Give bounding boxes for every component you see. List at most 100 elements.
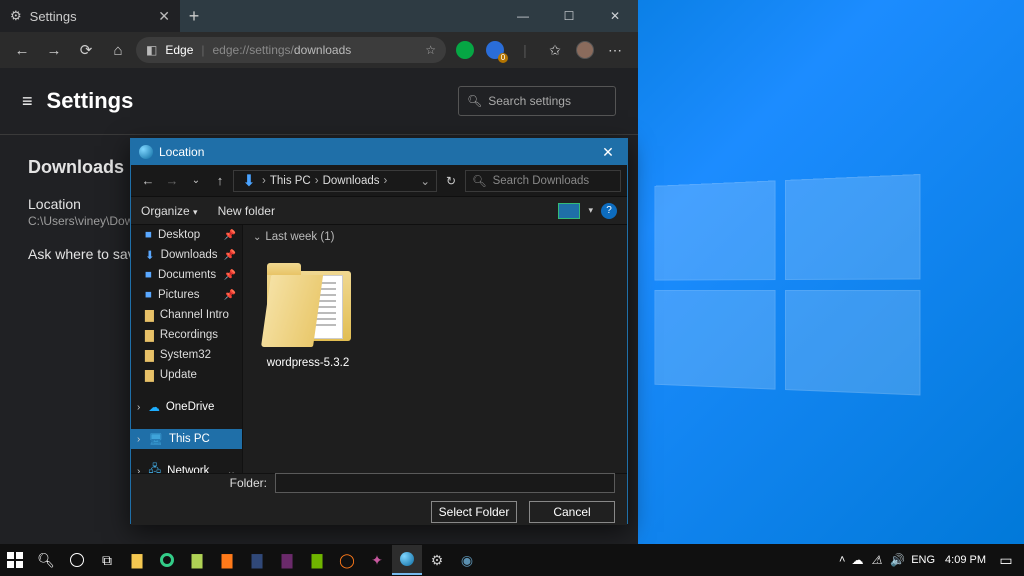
sidebar-item-recordings[interactable]: ▇Recordings bbox=[131, 325, 242, 345]
taskbar-app-premiere[interactable]: ▇ bbox=[272, 544, 302, 576]
onedrive-tray-icon[interactable]: ☁ bbox=[851, 553, 863, 567]
nav-back-button[interactable]: ← bbox=[137, 173, 159, 188]
dialog-sidebar: ■Desktop📌 ⬇Downloads📌 ■Documents📌 ■Pictu… bbox=[131, 225, 243, 473]
close-window-button[interactable]: ✕ bbox=[592, 0, 638, 32]
home-button[interactable]: ⌂ bbox=[104, 42, 132, 59]
more-icon[interactable]: ⋯ bbox=[606, 41, 624, 59]
favorites-icon[interactable]: ✩ bbox=[546, 41, 564, 59]
minimize-button[interactable]: — bbox=[500, 0, 546, 32]
taskbar-app-orange[interactable]: ▇ bbox=[212, 544, 242, 576]
view-mode-button[interactable] bbox=[558, 203, 580, 219]
grammarly-icon[interactable] bbox=[456, 41, 474, 59]
sidebar-item-desktop[interactable]: ■Desktop📌 bbox=[131, 225, 242, 245]
new-folder-button[interactable]: New folder bbox=[218, 204, 275, 218]
sidebar-item-downloads[interactable]: ⬇Downloads📌 bbox=[131, 245, 242, 265]
crumb-this-pc[interactable]: This PC bbox=[270, 175, 311, 187]
sidebar-item-pictures[interactable]: ■Pictures📌 bbox=[131, 285, 242, 305]
taskbar-app-camtasia[interactable]: ▇ bbox=[302, 544, 332, 576]
sidebar-item-system32[interactable]: ▇System32 bbox=[131, 345, 242, 365]
menu-icon[interactable]: ≡ bbox=[22, 91, 33, 112]
start-button[interactable] bbox=[0, 544, 30, 576]
favorite-star-icon[interactable]: ☆ bbox=[425, 43, 436, 57]
organize-menu[interactable]: Organize ▾ bbox=[141, 204, 198, 218]
taskbar-app-paint[interactable]: ◉ bbox=[452, 544, 482, 576]
tab-title: Settings bbox=[30, 9, 77, 24]
sidebar-item-update[interactable]: ▇Update bbox=[131, 365, 242, 385]
nav-refresh-button[interactable]: ↻ bbox=[439, 174, 463, 188]
wifi-tray-icon[interactable]: ⚠ bbox=[871, 553, 882, 567]
refresh-button[interactable]: ⟳ bbox=[72, 41, 100, 59]
site-identity-icon: ◧ bbox=[146, 43, 157, 57]
location-picker-dialog: Location ✕ ← → ⌄ ↑ ⬇ › This PC › Downloa… bbox=[130, 138, 628, 524]
extension-icon[interactable] bbox=[486, 41, 504, 59]
sidebar-item-onedrive[interactable]: ›☁OneDrive bbox=[131, 397, 242, 417]
browser-toolbar: ← → ⟳ ⌂ ◧ Edge | edge://settings/downloa… bbox=[0, 32, 638, 68]
folder-name-input[interactable] bbox=[275, 473, 615, 493]
taskbar-app-explorer[interactable]: ▇ bbox=[122, 544, 152, 576]
address-dim: edge://settings/ bbox=[213, 43, 294, 57]
taskbar-app-edge[interactable] bbox=[392, 545, 422, 575]
nav-up-button[interactable]: ↑ bbox=[209, 173, 231, 188]
new-tab-button[interactable]: + bbox=[180, 6, 208, 27]
dialog-titlebar[interactable]: Location ✕ bbox=[131, 139, 627, 165]
nav-recent-icon[interactable]: ⌄ bbox=[185, 175, 207, 186]
sidebar-item-documents[interactable]: ■Documents📌 bbox=[131, 265, 242, 285]
volume-tray-icon[interactable]: 🔊 bbox=[890, 553, 905, 567]
clock[interactable]: 4:09 PM bbox=[945, 554, 986, 566]
select-folder-button[interactable]: Select Folder bbox=[431, 501, 517, 523]
dialog-search-input[interactable]: 🔍︎ Search Downloads bbox=[465, 170, 621, 192]
taskbar-right: ˄ ☁ ⚠ 🔊 ENG 4:09 PM ▭ bbox=[839, 552, 1024, 569]
folder-icon bbox=[261, 267, 356, 347]
close-tab-icon[interactable]: ✕ bbox=[158, 8, 170, 25]
task-view-button[interactable]: ⧉ bbox=[92, 544, 122, 576]
search-icon: 🔍︎ bbox=[467, 94, 482, 108]
taskbar-app-settings[interactable]: ⚙ bbox=[422, 544, 452, 576]
taskbar-app-snagit[interactable]: ◯ bbox=[332, 544, 362, 576]
maximize-button[interactable]: ☐ bbox=[546, 0, 592, 32]
dialog-file-area[interactable]: ⌄Last week (1) wordpress-5.3.2 bbox=[243, 225, 627, 473]
search-settings-input[interactable]: 🔍︎ Search settings bbox=[458, 86, 616, 116]
language-indicator[interactable]: ENG bbox=[911, 554, 935, 566]
taskbar-app-photoshop[interactable]: ▇ bbox=[242, 544, 272, 576]
address-bar[interactable]: ◧ Edge | edge://settings/downloads ☆ bbox=[136, 37, 446, 63]
address-prefix: Edge bbox=[165, 43, 193, 57]
system-tray: ☁ ⚠ 🔊 bbox=[851, 553, 905, 567]
dialog-body: ■Desktop📌 ⬇Downloads📌 ■Documents📌 ■Pictu… bbox=[131, 225, 627, 473]
taskbar: 🔍︎ ⧉ ▇ ▇ ▇ ▇ ▇ ▇ ◯ ✦ ⚙ ◉ ˄ ☁ ⚠ 🔊 ENG 4:0… bbox=[0, 544, 1024, 576]
downloads-arrow-icon: ⬇ bbox=[240, 170, 258, 192]
sidebar-item-channel[interactable]: ▇Channel Intro bbox=[131, 305, 242, 325]
dialog-toolbar: Organize ▾ New folder ▾ ? bbox=[131, 197, 627, 225]
crumb-downloads[interactable]: Downloads bbox=[323, 175, 380, 187]
dialog-footer: Folder: Select Folder Cancel bbox=[131, 473, 627, 525]
profile-avatar[interactable] bbox=[576, 41, 594, 59]
file-group-label[interactable]: ⌄Last week (1) bbox=[253, 231, 617, 243]
breadcrumb[interactable]: ⬇ › This PC › Downloads › ⌄ bbox=[233, 170, 437, 192]
page-title: Settings bbox=[47, 88, 134, 114]
taskbar-app-green[interactable]: ▇ bbox=[182, 544, 212, 576]
address-active: downloads bbox=[294, 43, 351, 57]
action-center-button[interactable]: ▭ bbox=[992, 552, 1020, 569]
settings-header: ≡ Settings 🔍︎ Search settings bbox=[0, 68, 638, 135]
cortana-button[interactable] bbox=[62, 544, 92, 576]
search-button[interactable]: 🔍︎ bbox=[30, 544, 62, 576]
back-button[interactable]: ← bbox=[8, 42, 36, 59]
dialog-nav-bar: ← → ⌄ ↑ ⬇ › This PC › Downloads › ⌄ ↻ 🔍︎… bbox=[131, 165, 627, 197]
toolbar-extensions: | ✩ ⋯ bbox=[450, 41, 630, 59]
nav-forward-button: → bbox=[161, 173, 183, 188]
folder-field-label: Folder: bbox=[230, 476, 267, 490]
forward-button[interactable]: → bbox=[40, 42, 68, 59]
cancel-button[interactable]: Cancel bbox=[529, 501, 615, 523]
folder-item[interactable]: wordpress-5.3.2 bbox=[253, 249, 363, 369]
tab-settings[interactable]: ⚙ Settings ✕ bbox=[0, 0, 180, 32]
tab-bar: ⚙ Settings ✕ + — ☐ ✕ bbox=[0, 0, 638, 32]
tray-chevron-icon[interactable]: ˄ bbox=[839, 554, 845, 566]
crumb-chevron-icon[interactable]: ⌄ bbox=[420, 174, 430, 188]
view-chevron-icon[interactable]: ▾ bbox=[588, 205, 593, 216]
taskbar-left: 🔍︎ ⧉ ▇ ▇ ▇ ▇ ▇ ▇ ◯ ✦ ⚙ ◉ bbox=[0, 544, 482, 576]
taskbar-app-generic[interactable]: ✦ bbox=[362, 544, 392, 576]
taskbar-app-chrome[interactable] bbox=[152, 544, 182, 576]
close-dialog-button[interactable]: ✕ bbox=[597, 144, 619, 161]
help-button[interactable]: ? bbox=[601, 203, 617, 219]
sidebar-item-network[interactable]: ›🖧Network⌄ bbox=[131, 461, 242, 473]
sidebar-item-thispc[interactable]: ›🖥This PC bbox=[131, 429, 242, 449]
